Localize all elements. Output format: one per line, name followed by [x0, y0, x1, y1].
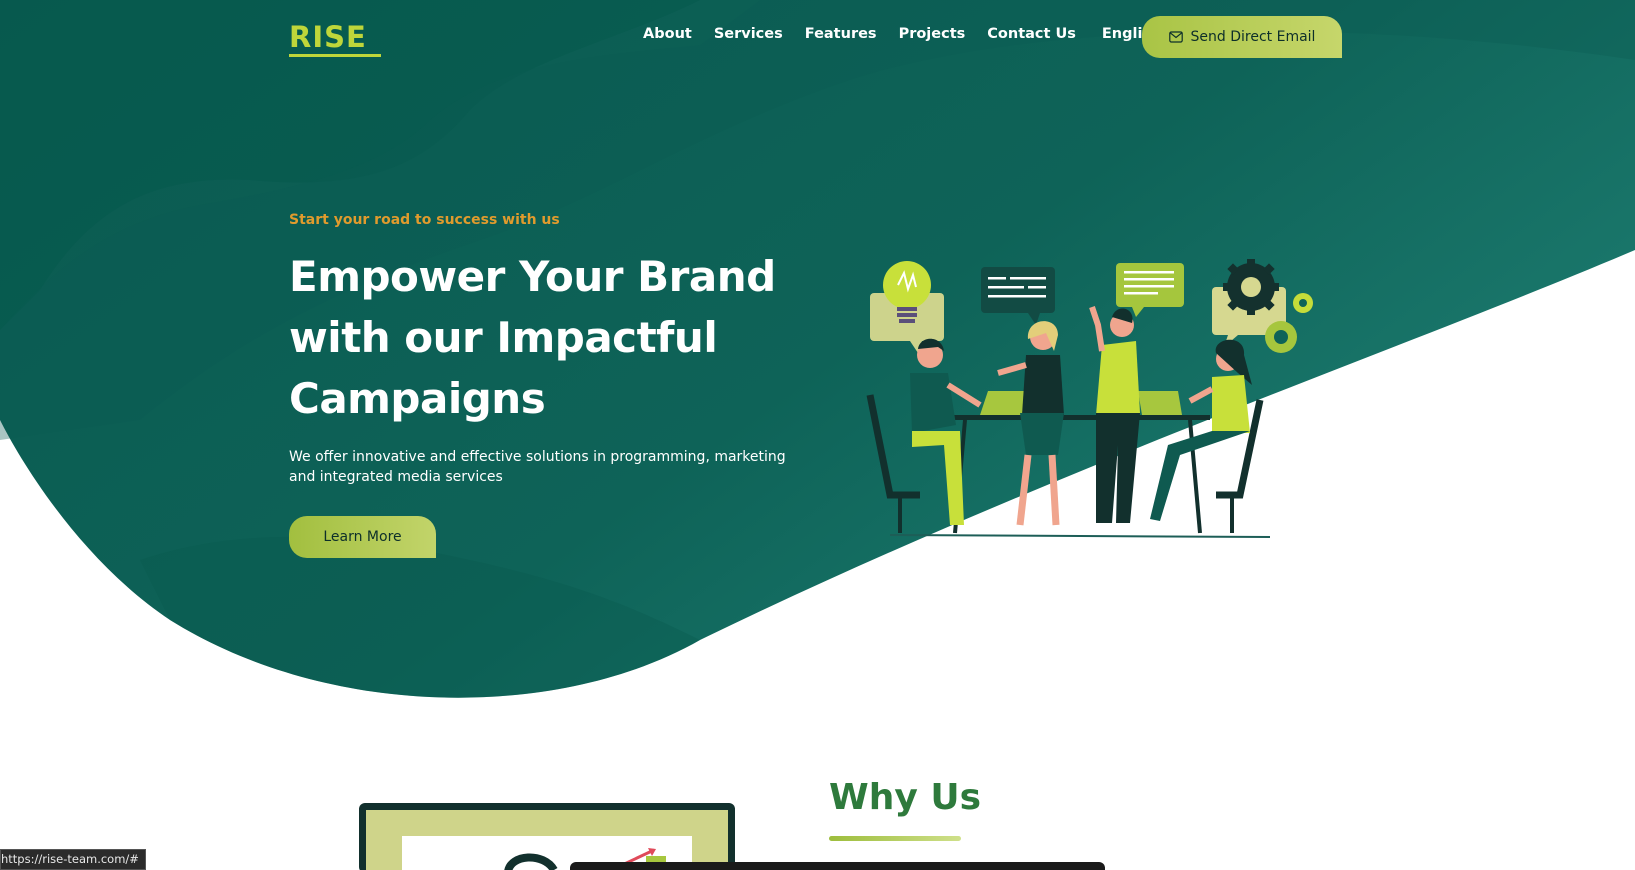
why-us-title: Why Us: [829, 777, 981, 818]
hero-content: Start your road to success with us Empow…: [289, 212, 829, 558]
logo-text: RISE: [289, 20, 367, 54]
gear-icon: [1212, 259, 1313, 353]
hero-tagline: Start your road to success with us: [289, 212, 560, 228]
nav-link-services[interactable]: Services: [714, 26, 783, 42]
mail-icon: [1168, 31, 1183, 43]
chat-bubble-icon: [981, 267, 1055, 325]
team-illustration: [866, 259, 1313, 538]
send-email-button[interactable]: Send Direct Email: [1142, 16, 1342, 58]
send-email-label: Send Direct Email: [1190, 29, 1316, 45]
headline-line-1: Empower Your Brand: [289, 252, 776, 301]
laptop-illustration: [359, 803, 735, 870]
hero-subtext: We offer innovative and effective soluti…: [289, 449, 786, 485]
hero-headline: Empower Your Brand with our Impactful Ca…: [289, 246, 829, 429]
floating-bar: [570, 862, 1105, 870]
why-us-underline: [829, 836, 961, 841]
nav-link-about[interactable]: About: [643, 26, 692, 42]
brand-logo[interactable]: RISE: [289, 22, 382, 58]
headline-line-2: with our Impactful: [289, 313, 718, 362]
status-bar-url: https://rise-team.com/#: [0, 849, 146, 870]
nav-link-features[interactable]: Features: [805, 26, 877, 42]
learn-more-button[interactable]: Learn More: [289, 516, 436, 558]
nav-links: About Services Features Projects Contact…: [643, 26, 1175, 42]
chat-bubble-icon-lime: [1116, 263, 1184, 317]
logo-underline: [289, 54, 381, 57]
nav-link-contact[interactable]: Contact Us: [987, 26, 1076, 42]
top-navigation: RISE About Services Features Projects Co…: [0, 0, 1635, 80]
headline-line-3: Campaigns: [289, 374, 546, 423]
nav-link-projects[interactable]: Projects: [899, 26, 966, 42]
